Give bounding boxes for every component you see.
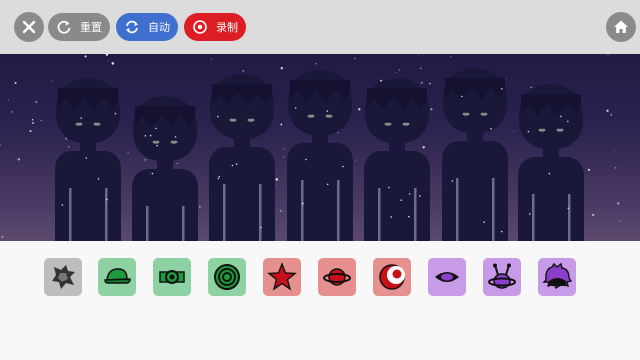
- red-planet-icon: [323, 268, 351, 286]
- sound-green-belt-button[interactable]: [153, 258, 191, 296]
- character-2[interactable]: [132, 96, 198, 241]
- character-7[interactable]: [518, 84, 584, 241]
- green-rings-icon: [214, 264, 240, 290]
- auto-sync-icon: [124, 19, 140, 35]
- reset-button[interactable]: 重置: [48, 13, 110, 41]
- auto-label: 自动: [148, 21, 170, 34]
- purple-hair-icon: [542, 262, 572, 290]
- character-3[interactable]: [209, 74, 275, 241]
- sound-shadow-splat-button[interactable]: [44, 258, 82, 296]
- purple-eye-icon: [435, 272, 459, 282]
- sound-red-crescent-button[interactable]: [373, 258, 411, 296]
- sound-red-planet-button[interactable]: [318, 258, 356, 296]
- top-toolbar: 重置 自动 录制: [0, 0, 640, 54]
- close-button[interactable]: [14, 12, 44, 42]
- character-6[interactable]: [442, 68, 508, 241]
- stage: [0, 54, 640, 241]
- shadow-splat-icon: [52, 265, 75, 289]
- sound-purple-hair-button[interactable]: [538, 258, 576, 296]
- home-button[interactable]: [606, 12, 636, 42]
- character-5[interactable]: [364, 78, 430, 241]
- sound-purple-eye-button[interactable]: [428, 258, 466, 296]
- character-4[interactable]: [287, 70, 353, 241]
- record-label: 录制: [216, 21, 238, 34]
- green-belt-icon: [159, 270, 185, 284]
- sound-green-rings-button[interactable]: [208, 258, 246, 296]
- red-crescent-icon: [379, 264, 405, 290]
- character-1[interactable]: [55, 78, 121, 241]
- reset-icon: [56, 19, 72, 35]
- auto-button[interactable]: 自动: [116, 13, 178, 41]
- sound-red-star-button[interactable]: [263, 258, 301, 296]
- green-cap-icon: [104, 268, 131, 284]
- record-button[interactable]: 录制: [184, 13, 246, 41]
- red-star-icon: [267, 262, 297, 291]
- sound-green-cap-button[interactable]: [98, 258, 136, 296]
- home-icon: [614, 20, 628, 33]
- purple-antenna-icon: [488, 263, 516, 289]
- close-icon: [22, 20, 36, 34]
- reset-label: 重置: [80, 21, 102, 34]
- sound-purple-antenna-button[interactable]: [483, 258, 521, 296]
- stage-canvas: [0, 54, 621, 241]
- record-icon: [192, 19, 208, 35]
